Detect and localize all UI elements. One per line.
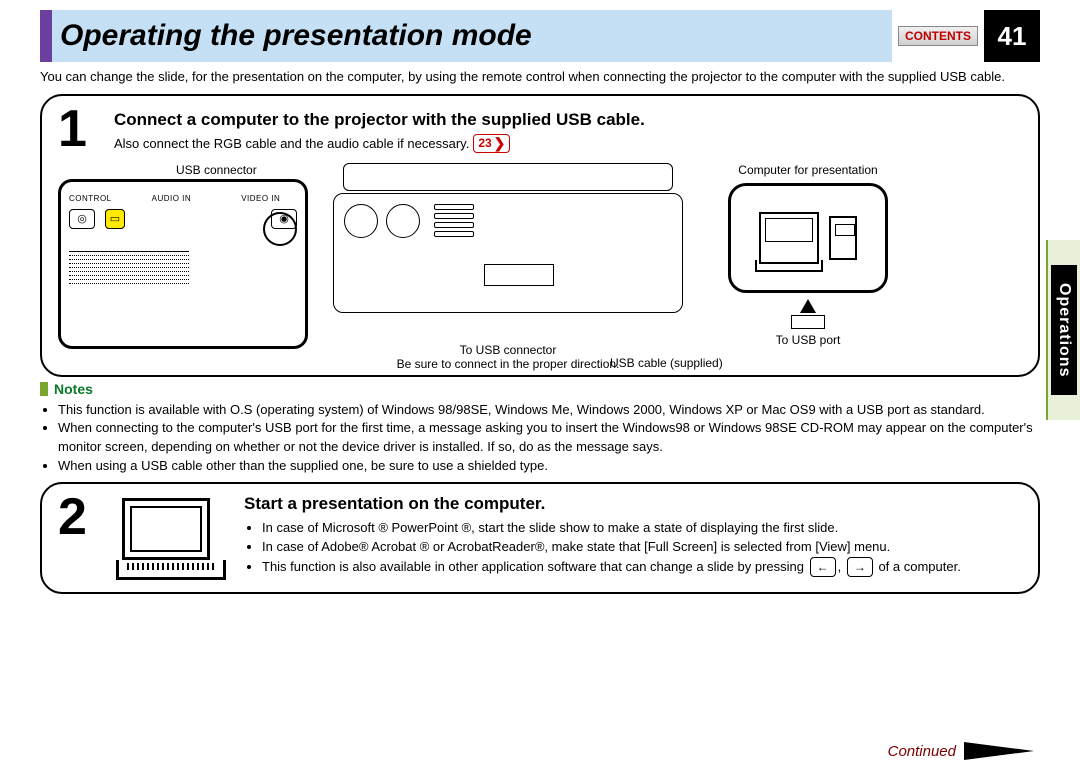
label-audio-in: AUDIO IN — [152, 194, 192, 203]
knob-icon — [344, 204, 378, 238]
label-usb-cable-supplied: USB cable (supplied) — [610, 356, 723, 370]
key-right-icon: → — [847, 557, 873, 577]
step-2-item: This function is also available in other… — [262, 557, 1022, 577]
computer-illustration — [728, 183, 888, 293]
arrow-right-icon — [964, 742, 1034, 760]
arrow-up-icon — [800, 299, 816, 313]
section-tab[interactable]: Operations — [1046, 240, 1080, 420]
laptop-illustration — [116, 494, 226, 580]
vent-icon — [69, 251, 189, 309]
page-title: Operating the presentation mode — [60, 19, 532, 53]
step-2-box: 2 Start a presentation on the computer. … — [40, 482, 1040, 594]
usb-port-icon: ▭ — [105, 209, 125, 229]
key-left-icon: ← — [810, 557, 836, 577]
step-1-box: 1 Connect a computer to the projector wi… — [40, 94, 1040, 377]
title-bar: Operating the presentation mode — [52, 10, 892, 62]
step-2-title: Start a presentation on the computer. — [244, 494, 1022, 514]
label-usb-connector: USB connector — [176, 163, 308, 177]
step-2-number: 2 — [58, 494, 98, 541]
ports-panel-illustration: CONTROL AUDIO IN VIDEO IN ◎ ▭ ◉ — [58, 179, 308, 349]
note-item: When connecting to the computer's USB po… — [58, 419, 1040, 457]
step-1-title: Connect a computer to the projector with… — [114, 110, 645, 130]
laptop-icon — [759, 212, 819, 264]
usb-plug-icon — [484, 264, 554, 286]
label-control: CONTROL — [69, 194, 112, 203]
usb-plug-icon — [791, 315, 825, 329]
label-video-in: VIDEO IN — [241, 194, 280, 203]
label-computer: Computer for presentation — [708, 163, 908, 177]
step-2-item: In case of Adobe® Acrobat ® or AcrobatRe… — [262, 537, 1022, 557]
label-to-usb-port: To USB port — [708, 333, 908, 347]
continued-indicator: Continued — [888, 742, 1034, 760]
note-item: This function is available with O.S (ope… — [58, 401, 1040, 420]
continued-label: Continued — [888, 743, 956, 760]
intro-text: You can change the slide, for the presen… — [40, 68, 1040, 86]
desktop-icon — [829, 216, 857, 260]
chevron-right-icon — [492, 135, 506, 152]
page-number: 41 — [984, 10, 1040, 62]
projector-illustration: To USB connector Be sure to connect in t… — [328, 163, 688, 363]
step-1-number: 1 — [58, 106, 102, 153]
lens-icon — [263, 212, 297, 246]
notes-heading: Notes — [40, 381, 1040, 397]
notes-section: Notes This function is available with O.… — [40, 381, 1040, 476]
section-tab-label: Operations — [1051, 265, 1077, 395]
contents-button[interactable]: CONTENTS — [898, 26, 978, 46]
step-2-item: In case of Microsoft ® PowerPoint ®, sta… — [262, 518, 1022, 538]
header-accent — [40, 10, 52, 62]
crossref-23[interactable]: 23 — [473, 134, 510, 153]
label-to-usb-connector: To USB connector — [328, 343, 688, 357]
step-1-subtitle: Also connect the RGB cable and the audio… — [114, 136, 469, 151]
note-item: When using a USB cable other than the su… — [58, 457, 1040, 476]
control-port-icon: ◎ — [69, 209, 95, 229]
knob-icon — [386, 204, 420, 238]
